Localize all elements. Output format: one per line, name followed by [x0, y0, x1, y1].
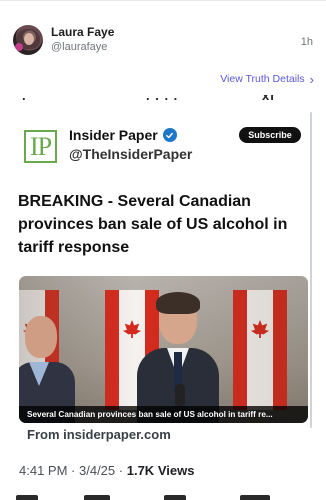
source-name[interactable]: Insider Paper — [69, 127, 177, 143]
avatar-face — [24, 33, 34, 45]
chevron-right-icon: › — [309, 71, 314, 87]
post-header: Laura Faye @laurafaye 1h — [0, 18, 326, 62]
views-label: Views — [157, 463, 195, 478]
post-time: 4:41 PM — [19, 463, 68, 478]
view-truth-details-label: View Truth Details — [220, 73, 305, 85]
post-date: 3/4/25 — [79, 463, 116, 478]
person-hair — [156, 292, 200, 314]
person-head — [25, 316, 57, 358]
cropped-glyph — [84, 495, 110, 500]
cropped-glyph — [164, 495, 186, 500]
post-time-ago: 1h — [300, 36, 313, 48]
user-handle[interactable]: @laurafaye — [51, 41, 107, 53]
cropped-glyph — [16, 495, 38, 500]
article-image[interactable]: Several Canadian provinces ban sale of U… — [19, 276, 308, 423]
cropped-glyph — [240, 495, 270, 500]
avatar[interactable] — [13, 25, 43, 55]
microphone — [175, 384, 185, 406]
view-truth-details-link[interactable]: View Truth Details › — [220, 70, 314, 88]
card-scroll-indicator — [310, 112, 312, 428]
source-handle[interactable]: @TheInsiderPaper — [69, 146, 192, 162]
subscribe-button[interactable]: Subscribe — [239, 127, 301, 143]
article-headline[interactable]: BREAKING - Several Canadian provinces ba… — [18, 190, 308, 259]
display-name[interactable]: Laura Faye — [51, 25, 114, 39]
insider-paper-logo: IP — [24, 130, 57, 163]
avatar-badge — [15, 43, 23, 51]
post-meta: 4:41 PM · 3/4/25 · 1.7K Views — [19, 463, 194, 478]
cropped-action-bar — [14, 493, 314, 500]
link-source-domain[interactable]: From insiderpaper.com — [27, 427, 171, 442]
meta-separator: · — [118, 463, 127, 478]
cropped-text-line: . . . . . xr — [18, 95, 308, 103]
verified-badge-icon — [162, 128, 177, 142]
source-name-label: Insider Paper — [69, 127, 158, 143]
image-caption: Several Canadian provinces ban sale of U… — [19, 406, 308, 423]
cropped-glyphs: . . . . — [146, 95, 179, 103]
cropped-glyphs: xr — [262, 95, 277, 103]
cropped-glyphs: . — [22, 95, 27, 103]
meta-separator: · — [71, 463, 79, 478]
link-preview-card[interactable]: IP Insider Paper @TheInsiderPaper Subscr… — [18, 110, 309, 450]
views-count: 1.7K — [126, 463, 155, 478]
top-divider — [0, 0, 326, 1]
